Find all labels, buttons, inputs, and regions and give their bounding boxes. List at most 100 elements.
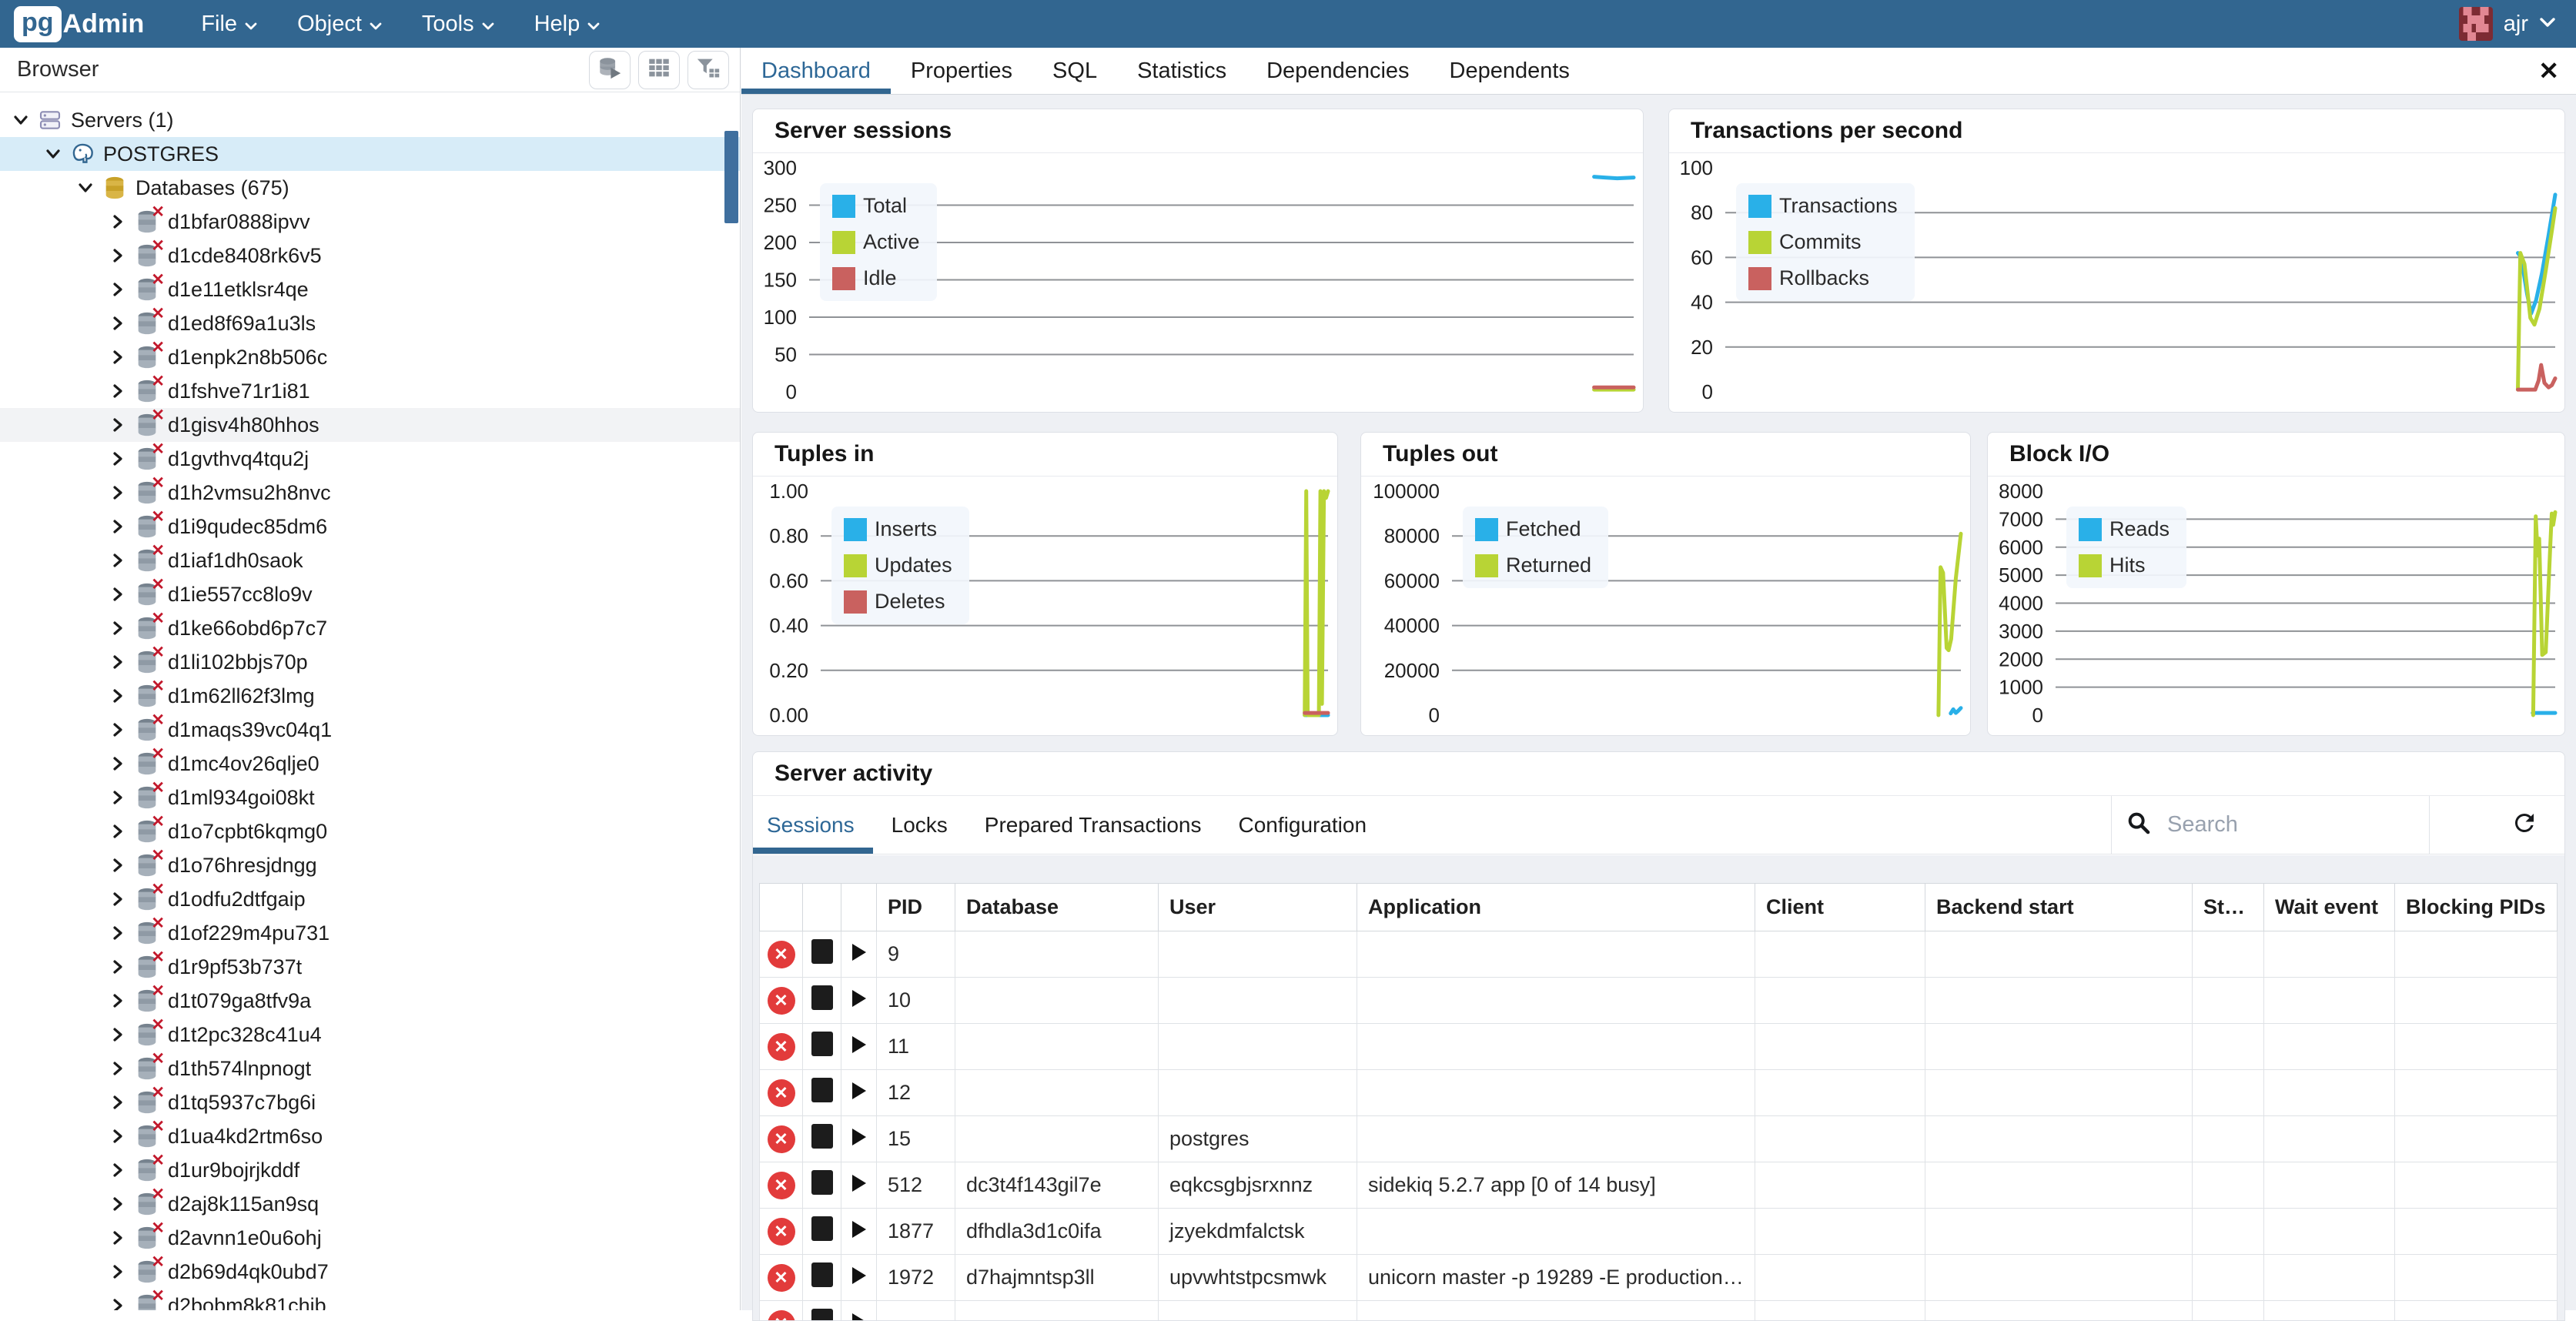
chevron-right-icon[interactable] xyxy=(105,924,131,942)
tab-statistics[interactable]: Statistics xyxy=(1117,48,1246,94)
expand-row-icon[interactable] xyxy=(852,1082,866,1099)
terminate-session-icon[interactable]: ✕ xyxy=(768,1218,795,1246)
cancel-query-icon[interactable] xyxy=(811,1078,833,1102)
tree-item-d1cde8408rk6v5[interactable]: ✕d1cde8408rk6v5 xyxy=(0,239,740,273)
column-header-client[interactable]: Client xyxy=(1755,884,1925,931)
activity-tab-configuration[interactable]: Configuration xyxy=(1220,796,1386,854)
expand-row-icon[interactable] xyxy=(852,990,866,1007)
tree-item-d1r9pf53b737t[interactable]: ✕d1r9pf53b737t xyxy=(0,950,740,984)
chevron-right-icon[interactable] xyxy=(105,754,131,773)
tree-item-d1maqs39vc04q1[interactable]: ✕d1maqs39vc04q1 xyxy=(0,713,740,747)
tree-item-d1bfar0888ipvv[interactable]: ✕d1bfar0888ipvv xyxy=(0,205,740,239)
chevron-right-icon[interactable] xyxy=(105,483,131,502)
cancel-query-icon[interactable] xyxy=(811,1032,833,1056)
tree-item-d1gvthvq4tqu2j[interactable]: ✕d1gvthvq4tqu2j xyxy=(0,442,740,476)
terminate-session-icon[interactable]: ✕ xyxy=(768,1033,795,1061)
user-menu[interactable]: ajr xyxy=(2459,7,2556,41)
expand-row-icon[interactable] xyxy=(852,1036,866,1053)
chevron-right-icon[interactable] xyxy=(105,280,131,299)
cancel-query-icon[interactable] xyxy=(811,1309,833,1320)
chevron-right-icon[interactable] xyxy=(105,788,131,807)
cancel-query-icon[interactable] xyxy=(811,1216,833,1241)
chevron-right-icon[interactable] xyxy=(105,314,131,333)
terminate-session-icon[interactable]: ✕ xyxy=(768,987,795,1015)
chevron-right-icon[interactable] xyxy=(105,992,131,1010)
table-row[interactable]: ✕12 xyxy=(760,1070,2558,1116)
chevron-right-icon[interactable] xyxy=(105,450,131,468)
column-header-user[interactable]: User xyxy=(1159,884,1357,931)
tree-item-d1o76hresjdngg[interactable]: ✕d1o76hresjdngg xyxy=(0,848,740,882)
close-icon[interactable]: ✕ xyxy=(2538,48,2559,94)
tree-item-d1o7cpbt6kqmg0[interactable]: ✕d1o7cpbt6kqmg0 xyxy=(0,814,740,848)
tab-dependencies[interactable]: Dependencies xyxy=(1246,48,1429,94)
chevron-down-icon[interactable] xyxy=(8,111,34,129)
tree-item-d1ml934goi08kt[interactable]: ✕d1ml934goi08kt xyxy=(0,781,740,814)
search-input[interactable] xyxy=(2167,812,2383,838)
activity-tab-sessions[interactable]: Sessions xyxy=(753,796,873,854)
column-header-state[interactable]: State xyxy=(2193,884,2264,931)
expand-row-icon[interactable] xyxy=(852,1267,866,1284)
tree-item-d1fshve71r1i81[interactable]: ✕d1fshve71r1i81 xyxy=(0,374,740,408)
tree-item-d2bobm8k81chib[interactable]: ✕d2bobm8k81chib xyxy=(0,1289,740,1310)
chevron-down-icon[interactable] xyxy=(72,179,99,197)
menu-help[interactable]: Help xyxy=(514,0,621,48)
chevron-right-icon[interactable] xyxy=(105,416,131,434)
menu-file[interactable]: File xyxy=(181,0,277,48)
tree-item-d2aj8k115an9sq[interactable]: ✕d2aj8k115an9sq xyxy=(0,1187,740,1221)
table-row[interactable]: ✕ xyxy=(760,1301,2558,1321)
expand-row-icon[interactable] xyxy=(852,1129,866,1145)
filtered-rows-button[interactable] xyxy=(687,51,729,89)
tree-item-d1ke66obd6p7c7[interactable]: ✕d1ke66obd6p7c7 xyxy=(0,611,740,645)
table-row[interactable]: ✕15postgres xyxy=(760,1116,2558,1162)
cancel-query-icon[interactable] xyxy=(811,1262,833,1287)
tree-item-d1e11etklsr4qe[interactable]: ✕d1e11etklsr4qe xyxy=(0,273,740,306)
chevron-right-icon[interactable] xyxy=(105,1059,131,1078)
table-row[interactable]: ✕11 xyxy=(760,1024,2558,1070)
tab-dashboard[interactable]: Dashboard xyxy=(741,48,891,94)
chevron-right-icon[interactable] xyxy=(105,856,131,875)
tree-item-postgres[interactable]: POSTGRES xyxy=(0,137,740,171)
chevron-right-icon[interactable] xyxy=(105,822,131,841)
table-row[interactable]: ✕1972d7hajmntsp3llupvwhtstpcsmwkunicorn … xyxy=(760,1255,2558,1301)
column-header-wait-event[interactable]: Wait event xyxy=(2264,884,2395,931)
activity-tab-locks[interactable]: Locks xyxy=(873,796,966,854)
terminate-session-icon[interactable]: ✕ xyxy=(768,941,795,968)
chevron-down-icon[interactable] xyxy=(40,145,66,163)
refresh-button[interactable] xyxy=(2429,796,2564,854)
expand-row-icon[interactable] xyxy=(852,1313,866,1320)
tab-dependents[interactable]: Dependents xyxy=(1430,48,1590,94)
tree-item-d1ie557cc8lo9v[interactable]: ✕d1ie557cc8lo9v xyxy=(0,577,740,611)
tree-item-d1t2pc328c41u4[interactable]: ✕d1t2pc328c41u4 xyxy=(0,1018,740,1052)
tree-item-d1i9qudec85dm6[interactable]: ✕d1i9qudec85dm6 xyxy=(0,510,740,543)
tree-item-d1ur9bojrjkddf[interactable]: ✕d1ur9bojrjkddf xyxy=(0,1153,740,1187)
table-row[interactable]: ✕9 xyxy=(760,931,2558,978)
terminate-session-icon[interactable]: ✕ xyxy=(768,1172,795,1199)
menu-object[interactable]: Object xyxy=(277,0,402,48)
chevron-right-icon[interactable] xyxy=(105,1262,131,1281)
chevron-right-icon[interactable] xyxy=(105,958,131,976)
tree-item-d1tq5937c7bg6i[interactable]: ✕d1tq5937c7bg6i xyxy=(0,1085,740,1119)
tree-item-d1t079ga8tfv9a[interactable]: ✕d1t079ga8tfv9a xyxy=(0,984,740,1018)
column-header-pid[interactable]: PID xyxy=(877,884,955,931)
terminate-session-icon[interactable]: ✕ xyxy=(768,1264,795,1292)
tree-item-d1gisv4h80hhos[interactable]: ✕d1gisv4h80hhos xyxy=(0,408,740,442)
chevron-right-icon[interactable] xyxy=(105,653,131,671)
terminate-session-icon[interactable]: ✕ xyxy=(768,1079,795,1107)
chevron-right-icon[interactable] xyxy=(105,1195,131,1213)
tree-item-d1li102bbjs70p[interactable]: ✕d1li102bbjs70p xyxy=(0,645,740,679)
tree-item-d1h2vmsu2h8nvc[interactable]: ✕d1h2vmsu2h8nvc xyxy=(0,476,740,510)
chevron-right-icon[interactable] xyxy=(105,517,131,536)
table-row[interactable]: ✕512dc3t4f143gil7eeqkcsgbjsrxnnzsidekiq … xyxy=(760,1162,2558,1209)
column-header-application[interactable]: Application xyxy=(1357,884,1755,931)
chevron-right-icon[interactable] xyxy=(105,551,131,570)
chevron-right-icon[interactable] xyxy=(105,687,131,705)
table-row[interactable]: ✕10 xyxy=(760,978,2558,1024)
tree-item-d1th574lnpnogt[interactable]: ✕d1th574lnpnogt xyxy=(0,1052,740,1085)
chevron-right-icon[interactable] xyxy=(105,1229,131,1247)
chevron-right-icon[interactable] xyxy=(105,585,131,604)
column-header-blocking-pids[interactable]: Blocking PIDs xyxy=(2395,884,2558,931)
tree-item-d1of229m4pu731[interactable]: ✕d1of229m4pu731 xyxy=(0,916,740,950)
tree-item-d1odfu2dtfgaip[interactable]: ✕d1odfu2dtfgaip xyxy=(0,882,740,916)
expand-row-icon[interactable] xyxy=(852,944,866,961)
cancel-query-icon[interactable] xyxy=(811,1170,833,1195)
